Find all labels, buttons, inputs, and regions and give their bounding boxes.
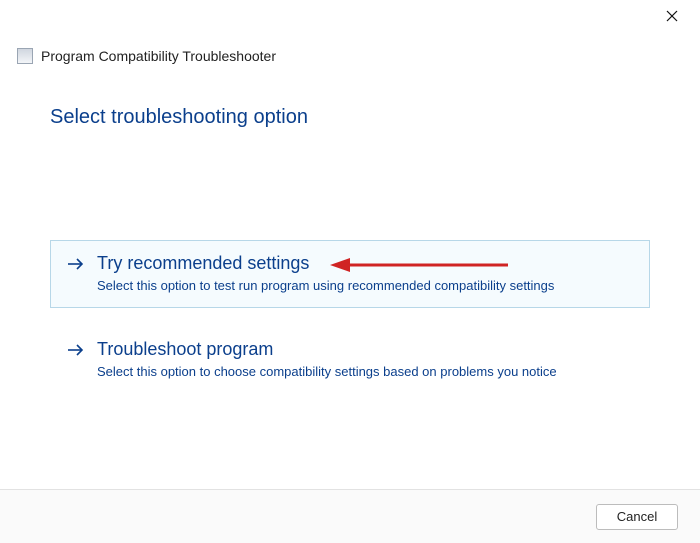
page-title: Select troubleshooting option (50, 106, 308, 129)
option-try-recommended[interactable]: Try recommended settings Select this opt… (50, 240, 650, 308)
close-icon (666, 10, 678, 22)
arrow-right-icon (67, 341, 85, 359)
close-button[interactable] (652, 2, 692, 30)
footer: Cancel (0, 489, 700, 543)
option-troubleshoot-program[interactable]: Troubleshoot program Select this option … (50, 326, 650, 394)
option-description: Select this option to choose compatibili… (97, 364, 633, 379)
app-title: Program Compatibility Troubleshooter (41, 48, 276, 64)
app-icon (17, 48, 33, 64)
option-title: Troubleshoot program (97, 339, 273, 360)
arrow-right-icon (67, 255, 85, 273)
option-title: Try recommended settings (97, 253, 309, 274)
header: Program Compatibility Troubleshooter (17, 48, 276, 64)
option-description: Select this option to test run program u… (97, 278, 633, 293)
cancel-button[interactable]: Cancel (596, 504, 678, 530)
